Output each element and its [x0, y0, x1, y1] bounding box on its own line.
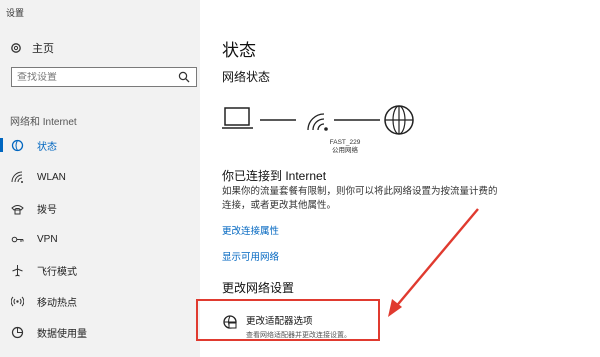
globe-icon — [384, 105, 414, 135]
change-connection-properties-link[interactable]: 更改连接属性 — [222, 223, 279, 237]
network-type: 公用网络 — [332, 147, 358, 154]
sidebar-item-label: VPN — [37, 233, 58, 245]
main-panel: 状态 网络状态 FAST_229 公用网络 你已连接到 Internet 如果你… — [196, 0, 600, 357]
connected-heading: 你已连接到 Internet — [222, 169, 327, 183]
sidebar-item-label: 移动热点 — [37, 297, 77, 309]
sidebar-item-label: 拨号 — [37, 204, 57, 216]
window-title: 设置 — [6, 8, 25, 18]
sidebar-item-vpn[interactable]: VPN — [0, 226, 200, 252]
adapter-option-title: 更改适配器选项 — [246, 316, 313, 327]
page-title: 状态 — [222, 41, 256, 60]
adapter-option-description: 查看网络适配器并更改连接设置。 — [246, 332, 351, 339]
search-icon[interactable] — [178, 71, 190, 83]
sidebar-item-label: 飞行模式 — [37, 266, 77, 278]
show-available-networks-link[interactable]: 显示可用网络 — [222, 249, 279, 263]
wifi-signal-icon — [307, 113, 328, 131]
sidebar-item-label: WLAN — [37, 171, 66, 183]
change-adapter-options-button[interactable]: 更改适配器选项 查看网络适配器并更改连接设置。 — [222, 313, 351, 340]
data-usage-icon — [10, 325, 24, 339]
airplane-icon — [10, 263, 24, 277]
sidebar: 设置 主页 网络和 Internet 状态 WLAN 拨号 — [0, 0, 200, 357]
vpn-icon — [10, 232, 24, 246]
sidebar-item-data-usage[interactable]: 数据使用量 — [0, 319, 200, 345]
search-box[interactable] — [11, 67, 197, 87]
network-ssid: FAST_229 — [329, 139, 361, 146]
sidebar-item-dialup[interactable]: 拨号 — [0, 195, 200, 221]
gear-icon — [11, 43, 21, 53]
sidebar-item-wlan[interactable]: WLAN — [0, 164, 200, 190]
globe-status-icon — [10, 138, 24, 152]
change-network-settings-heading: 更改网络设置 — [222, 281, 295, 295]
network-diagram — [222, 105, 414, 135]
sidebar-item-mobile-hotspot[interactable]: 移动热点 — [0, 288, 200, 314]
hotspot-icon — [10, 294, 24, 308]
connected-description: 如果你的流量套餐有限制，则你可以将此网络设置为按流量计费的连接，或者更改其他属性… — [222, 186, 498, 211]
adapter-icon — [222, 314, 240, 335]
sidebar-item-airplane-mode[interactable]: 飞行模式 — [0, 257, 200, 283]
sidebar-item-label: 数据使用量 — [37, 328, 87, 340]
network-status-heading: 网络状态 — [222, 70, 271, 84]
wifi-icon — [10, 170, 24, 184]
home-label: 主页 — [32, 43, 54, 55]
sidebar-home[interactable]: 主页 — [10, 40, 54, 56]
section-label: 网络和 Internet — [10, 117, 77, 128]
sidebar-item-label: 状态 — [37, 141, 57, 153]
search-input[interactable] — [17, 71, 177, 83]
phone-dial-icon — [10, 201, 24, 215]
sidebar-item-status[interactable]: 状态 — [0, 132, 200, 158]
network-name-label: FAST_229 公用网络 — [323, 139, 367, 155]
laptop-icon — [222, 107, 253, 129]
